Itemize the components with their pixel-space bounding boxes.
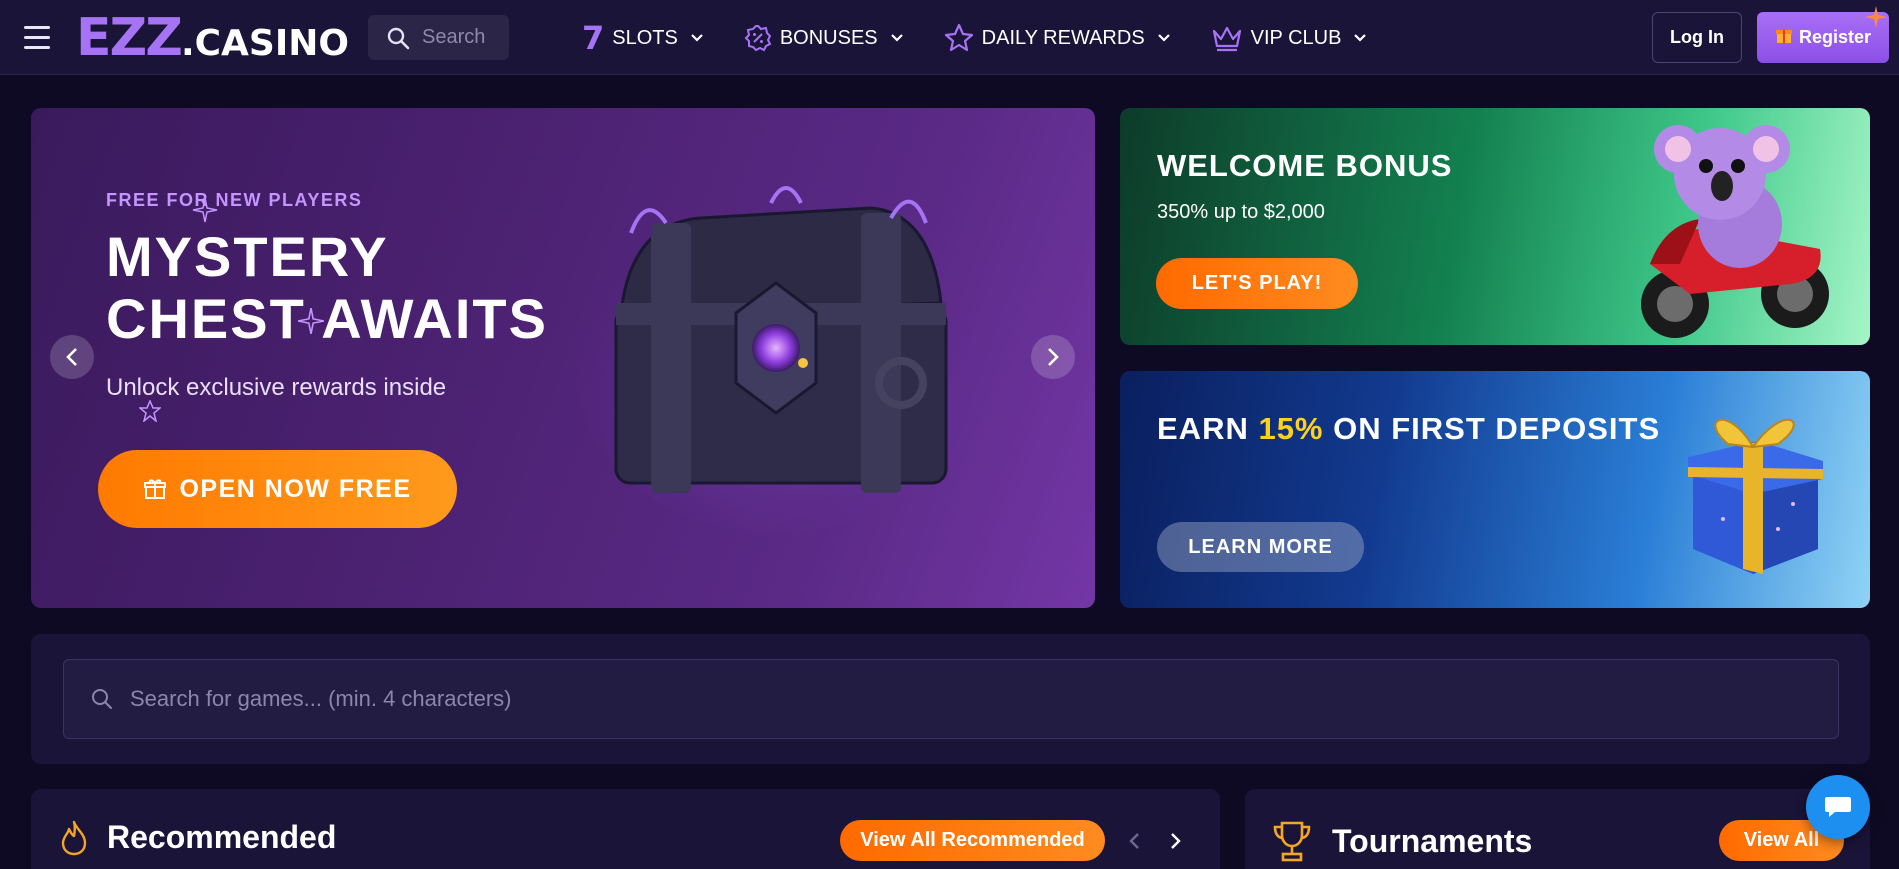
- nav-daily-rewards-label: DAILY REWARDS: [981, 26, 1145, 49]
- main-nav: 7 SLOTS BONUSES DAILY REWARDS VIP CLUB: [582, 18, 1407, 58]
- nav-bonuses-label: BONUSES: [779, 26, 878, 49]
- bonus-badge-icon: [744, 24, 772, 52]
- chevron-down-icon: [1353, 33, 1367, 43]
- gift-icon: [144, 479, 167, 499]
- first-deposit-title-suffix: ON FIRST DEPOSITS: [1323, 411, 1661, 446]
- chevron-left-icon: [66, 348, 77, 366]
- chevron-right-icon: [1048, 348, 1059, 366]
- view-all-recommended-button[interactable]: View All Recommended: [840, 820, 1105, 861]
- header-search[interactable]: Search: [368, 15, 509, 60]
- logo-main: EZZ: [76, 8, 183, 68]
- nav-bonuses[interactable]: BONUSES: [744, 24, 904, 52]
- gift-box-image: [1688, 418, 1823, 574]
- chevron-down-icon: [890, 33, 904, 43]
- top-header: EZZ .CASINO Search 7 SLOTS BONUSES DAILY…: [0, 0, 1899, 75]
- logo[interactable]: EZZ .CASINO: [76, 10, 349, 66]
- open-now-free-label: OPEN NOW FREE: [179, 474, 412, 503]
- logo-suffix: .CASINO: [180, 23, 349, 64]
- first-deposit-title: EARN 15% ON FIRST DEPOSITS: [1157, 411, 1660, 447]
- hero-banner: FREE FOR NEW PLAYERS MYSTERY CHEST AWAIT…: [31, 108, 1095, 608]
- koala-motorbike-image: [1641, 125, 1829, 338]
- chevron-right-icon: [1171, 833, 1181, 849]
- hero-headline: MYSTERY CHEST AWAITS: [106, 226, 626, 350]
- recommended-title: Recommended: [59, 819, 336, 856]
- open-now-free-button[interactable]: OPEN NOW FREE: [98, 450, 457, 528]
- carousel-prev-button[interactable]: [50, 335, 94, 379]
- nav-vip-club[interactable]: VIP CLUB: [1211, 24, 1368, 52]
- nav-vip-club-label: VIP CLUB: [1250, 26, 1342, 49]
- chat-bubble-icon: [1825, 797, 1851, 817]
- tournaments-title-label: Tournaments: [1332, 822, 1533, 859]
- hero-headline-line2: CHEST AWAITS: [106, 287, 548, 350]
- recommended-prev-button[interactable]: [1120, 827, 1148, 855]
- nav-daily-rewards[interactable]: DAILY REWARDS: [944, 23, 1171, 53]
- learn-more-button[interactable]: LEARN MORE: [1157, 522, 1364, 572]
- recommended-title-label: Recommended: [107, 819, 337, 855]
- tournaments-title: Tournaments: [1270, 819, 1532, 863]
- register-button[interactable]: Register: [1757, 6, 1889, 63]
- search-icon: [92, 689, 112, 709]
- first-deposit-title-prefix: EARN: [1157, 411, 1259, 446]
- search-icon: [387, 27, 410, 49]
- crown-icon: [1211, 24, 1243, 52]
- gift-icon: [1775, 26, 1793, 49]
- seven-icon: 7: [582, 19, 605, 57]
- recommended-section: Recommended View All Recommended: [31, 789, 1220, 869]
- sparkle-icon: [1865, 6, 1887, 28]
- carousel-next-button[interactable]: [1031, 335, 1075, 379]
- live-chat-button[interactable]: [1806, 775, 1870, 839]
- nav-slots[interactable]: 7 SLOTS: [582, 22, 704, 54]
- header-search-placeholder: Search: [422, 26, 486, 48]
- hero-headline-line1: MYSTERY: [106, 225, 389, 288]
- login-button[interactable]: Log In: [1652, 12, 1742, 63]
- register-label: Register: [1798, 27, 1872, 47]
- hero-subtitle: Unlock exclusive rewards inside: [106, 374, 447, 401]
- chevron-left-icon: [1129, 833, 1139, 849]
- hero-kicker: FREE FOR NEW PLAYERS: [106, 190, 363, 210]
- games-search-box[interactable]: [63, 659, 1839, 739]
- recommended-next-button[interactable]: [1162, 827, 1190, 855]
- star-outline-icon: [139, 400, 161, 422]
- lets-play-button[interactable]: LET'S PLAY!: [1156, 258, 1358, 309]
- chevron-down-icon: [690, 33, 704, 43]
- mystery-chest-image: [576, 186, 976, 533]
- tournaments-section: Tournaments View All: [1245, 789, 1870, 869]
- first-deposit-card[interactable]: EARN 15% ON FIRST DEPOSITS LEARN MORE: [1120, 371, 1870, 608]
- games-search-input[interactable]: [130, 686, 1730, 712]
- trophy-icon: [1270, 819, 1314, 863]
- star-icon: [944, 23, 974, 53]
- welcome-bonus-card[interactable]: WELCOME BONUS 350% up to $2,000 LET'S PL…: [1120, 108, 1870, 345]
- chevron-down-icon: [1157, 33, 1171, 43]
- flame-icon: [59, 820, 89, 856]
- first-deposit-percentage: 15%: [1258, 411, 1324, 446]
- hamburger-menu-icon[interactable]: [24, 26, 50, 50]
- games-search-panel: [31, 634, 1870, 764]
- welcome-bonus-text: 350% up to $2,000: [1157, 201, 1325, 223]
- nav-slots-label: SLOTS: [612, 26, 678, 49]
- welcome-bonus-title: WELCOME BONUS: [1157, 148, 1453, 183]
